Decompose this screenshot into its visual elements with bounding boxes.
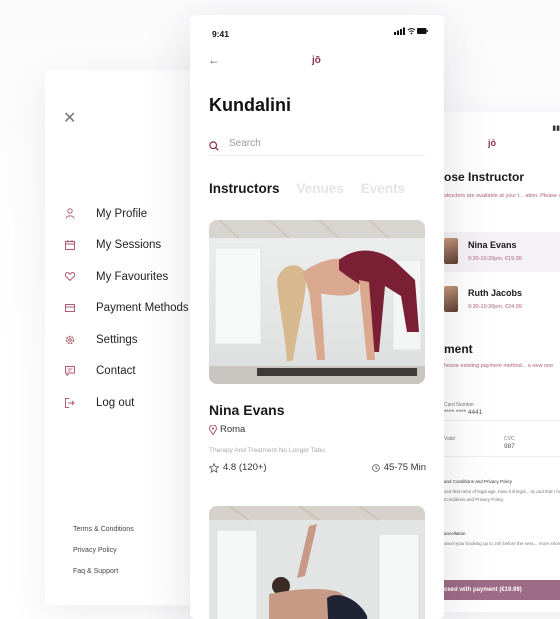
back-arrow-icon[interactable]: ← (208, 53, 220, 67)
signal-icon: ▮▮ (552, 125, 560, 132)
star-icon (209, 462, 219, 473)
status-icons (394, 27, 428, 37)
terms-link[interactable]: Terms & Conditions (73, 525, 134, 546)
payment-subtitle: hoose existing payment method... a new o… (444, 363, 555, 369)
terms-title: and Conditions and Privacy Policy (444, 479, 513, 484)
logo: jō (312, 55, 321, 66)
menu-item-label: Payment Methods (96, 302, 189, 315)
menu-item-payment-methods[interactable]: Payment Methods (63, 293, 189, 325)
menu-item-label: My Favourites (96, 270, 169, 283)
faq-link[interactable]: Faq & Support (73, 567, 134, 588)
clock-icon (371, 463, 380, 472)
location: Roma (209, 424, 245, 435)
search-input[interactable] (229, 138, 409, 149)
choose-instructor-title: ose Instructor (444, 170, 525, 184)
heart-icon (63, 270, 77, 284)
terms-text: xed that rules of legal age, have full l… (444, 489, 560, 502)
rating: 4.8 (120+) (209, 462, 267, 473)
search-icon (209, 138, 221, 151)
menu-item-label: My Sessions (96, 239, 162, 252)
booking-screen: ▮▮ jō ose Instructor structors are avail… (428, 112, 560, 612)
payment-title: ment (444, 342, 473, 356)
duration-value: 45-75 Min (383, 462, 426, 473)
main-screen: 9:41 ← jō Kundalini Instructors Venues E… (190, 15, 444, 619)
instructor-option[interactable]: Nina Evans 9:30-10:30pm, €19.99 (444, 232, 560, 272)
divider (444, 420, 560, 421)
menu-list: My Profile My Sessions My Favourites Pay… (63, 198, 189, 419)
cvc-field[interactable]: 987 (504, 443, 515, 450)
tab-bar: Instructors Venues Events (209, 181, 422, 196)
instructor-name: Nina Evans (468, 240, 517, 250)
menu-item-label: Contact (96, 365, 136, 378)
instructor-option[interactable]: Ruth Jacobs 9:30-10:30pm, €24.99 (444, 280, 560, 320)
logo: jō (488, 138, 496, 148)
avatar (444, 238, 458, 264)
tab-venues[interactable]: Venues (297, 181, 344, 196)
menu-item-label: Settings (96, 333, 138, 346)
instructor-name[interactable]: Nina Evans (209, 402, 284, 418)
choose-instructor-subtitle: structors are available at your t... ati… (444, 193, 560, 199)
menu-item-log-out[interactable]: Log out (63, 387, 189, 419)
tab-instructors[interactable]: Instructors (209, 181, 280, 196)
cvc-label: CVC (504, 436, 515, 442)
menu-item-my-favourites[interactable]: My Favourites (63, 261, 189, 293)
rating-value: 4.8 (120+) (223, 462, 267, 473)
menu-item-label: Log out (96, 396, 135, 409)
proceed-payment-button[interactable]: ceed with payment (€19.99) (436, 580, 560, 600)
menu-footer: Terms & Conditions Privacy Policy Faq & … (73, 525, 134, 588)
instructor-name: Ruth Jacobs (468, 288, 523, 298)
instructor-price: 9:30-10:30pm, €19.99 (468, 256, 522, 262)
duration: 45-75 Min (371, 462, 426, 473)
search-bar[interactable] (209, 132, 425, 156)
card-number-field[interactable]: **** **** 4441 (444, 409, 482, 416)
menu-item-my-sessions[interactable]: My Sessions (63, 230, 189, 262)
location-pin-icon (209, 424, 217, 435)
menu-item-my-profile[interactable]: My Profile (63, 198, 189, 230)
divider (444, 456, 560, 457)
instructor-description: Therapy And Treatment No Longer Tabu (209, 447, 325, 454)
page-title: Kundalini (209, 95, 291, 115)
instructor-photo[interactable] (209, 220, 425, 384)
instructor-price: 9:30-10:30pm, €24.99 (468, 304, 522, 310)
logout-icon (63, 396, 77, 410)
cancellation-text: ancel your booking up to 24h before the … (444, 541, 560, 546)
calendar-icon (63, 238, 77, 252)
privacy-link[interactable]: Privacy Policy (73, 546, 134, 567)
expiry-label: Valid (444, 436, 455, 442)
cancellation-title: ancellation (444, 531, 466, 536)
menu-item-label: My Profile (96, 207, 148, 220)
card-number-label: Card Number (444, 402, 475, 408)
message-icon (63, 364, 77, 378)
status-time: 9:41 (212, 29, 230, 39)
menu-item-contact[interactable]: Contact (63, 356, 189, 388)
tab-events[interactable]: Events (361, 181, 405, 196)
menu-item-settings[interactable]: Settings (63, 324, 189, 356)
user-icon (63, 207, 77, 221)
gear-icon (63, 333, 77, 347)
location-label: Roma (220, 424, 246, 435)
credit-card-icon (63, 301, 77, 315)
signal-wifi-battery-icon (394, 27, 428, 35)
close-icon[interactable]: ✕ (63, 108, 76, 128)
instructor-photo[interactable] (209, 506, 425, 619)
avatar (444, 286, 458, 312)
